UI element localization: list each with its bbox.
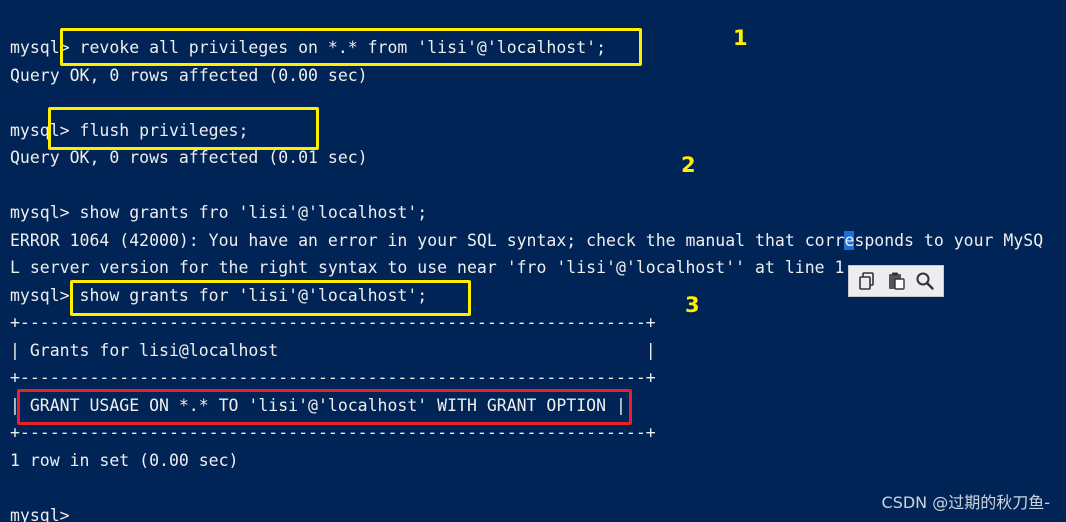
error-line-continued: L server version for the right syntax to… [10,258,845,277]
table-header: | Grants for lisi@localhost | [10,341,656,360]
highlight-box-revoke [60,28,642,66]
table-border: +---------------------------------------… [10,313,656,332]
watermark: CSDN @过期的秋刀鱼- [881,493,1050,512]
highlight-box-grant-result [17,389,632,425]
search-icon[interactable] [913,269,937,293]
output-line: Query OK, 0 rows affected (0.01 sec) [10,148,368,167]
step-number-3: 3 [685,293,700,317]
prompt-line[interactable]: mysql> [10,506,70,522]
table-border: +---------------------------------------… [10,368,656,387]
table-border: +---------------------------------------… [10,423,656,442]
copy-icon[interactable] [855,269,879,293]
output-line-rowcount: 1 row in set (0.00 sec) [10,451,239,470]
output-line: Query OK, 0 rows affected (0.00 sec) [10,66,368,85]
selection-toolbar [848,265,944,297]
highlight-box-flush [48,107,319,150]
step-number-2: 2 [681,153,696,177]
text-cursor: e [844,231,855,250]
step-number-1: 1 [733,26,748,50]
error-line: ERROR 1064 (42000): You have an error in… [10,231,1044,250]
command-line-show-grants-typo: mysql> show grants fro 'lisi'@'localhost… [10,203,428,222]
paste-icon[interactable] [884,269,908,293]
highlight-box-show-grants [70,280,471,316]
terminal-window[interactable]: mysql> revoke all privileges on *.* from… [0,0,1066,522]
